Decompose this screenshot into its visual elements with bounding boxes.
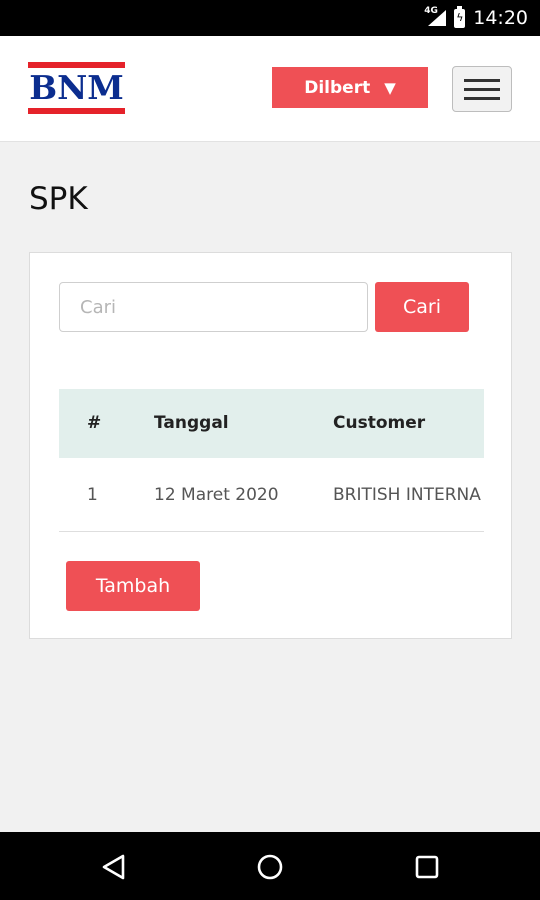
search-input[interactable] <box>59 282 368 332</box>
status-icons: 4G ϟ 14:20 <box>424 0 528 36</box>
cell-tanggal: 12 Maret 2020 <box>154 485 279 505</box>
spk-card: Cari # Tanggal Customer 1 12 Maret 2020 … <box>29 252 512 639</box>
table-header: # Tanggal Customer <box>59 389 484 458</box>
status-bar: 4G ϟ 14:20 <box>0 0 540 36</box>
table-row[interactable]: 1 12 Maret 2020 BRITISH INTERNA <box>59 458 484 532</box>
brand-logo[interactable]: BNM <box>28 62 125 114</box>
recents-icon[interactable] <box>411 852 443 882</box>
back-icon[interactable] <box>97 852 129 882</box>
user-name: Dilbert <box>304 77 371 98</box>
home-icon[interactable] <box>254 852 286 882</box>
column-header-number: # <box>87 413 102 433</box>
search-button[interactable]: Cari <box>375 282 469 332</box>
hamburger-menu-button[interactable] <box>452 66 512 112</box>
page-title: SPK <box>29 181 88 217</box>
battery-icon: ϟ <box>454 5 466 28</box>
app-header: BNM Dilbert ▼ <box>0 36 540 142</box>
cell-customer: BRITISH INTERNA <box>333 485 481 505</box>
caret-down-icon: ▼ <box>384 78 396 97</box>
column-header-customer: Customer <box>333 413 426 433</box>
add-button[interactable]: Tambah <box>66 561 200 611</box>
column-header-tanggal: Tanggal <box>154 413 229 433</box>
clock: 14:20 <box>473 7 528 29</box>
signal-icon: 4G <box>424 6 447 28</box>
cell-number: 1 <box>87 485 98 505</box>
hamburger-icon <box>464 78 500 82</box>
user-menu-button[interactable]: Dilbert ▼ <box>272 67 428 108</box>
system-nav-bar <box>0 832 540 900</box>
logo-text: BNM <box>29 68 124 107</box>
spk-table[interactable]: # Tanggal Customer 1 12 Maret 2020 BRITI… <box>59 389 484 532</box>
